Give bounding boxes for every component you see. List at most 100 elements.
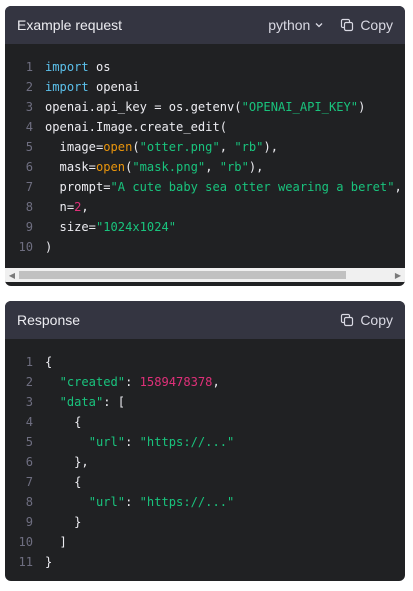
- code-token: ): [45, 240, 53, 254]
- code-line: 8 n=2,: [5, 197, 405, 217]
- code-line: 4 {: [5, 412, 405, 432]
- code-token: }: [45, 555, 53, 569]
- code-text: "url": "https://...": [45, 432, 235, 452]
- code-token: {: [45, 475, 82, 489]
- code-token: 1589478378: [139, 375, 213, 389]
- code-text: }: [45, 512, 81, 532]
- code-token: image=: [45, 140, 104, 154]
- request-panel-header: Example request python Copy: [5, 6, 405, 44]
- request-horizontal-scrollbar[interactable]: ◀ ▶: [5, 268, 405, 282]
- code-line: 1{: [5, 352, 405, 372]
- code-token: ,: [394, 180, 402, 194]
- code-line: 8 "url": "https://...": [5, 492, 405, 512]
- code-line: 2 "created": 1589478378,: [5, 372, 405, 392]
- code-token: "rb": [234, 140, 264, 154]
- line-number: 1: [25, 60, 33, 74]
- copy-request-button[interactable]: Copy: [340, 17, 393, 33]
- line-number: 2: [25, 80, 33, 94]
- line-number: 7: [25, 475, 33, 489]
- code-line: 1 import os: [5, 57, 405, 77]
- scrollbar-track[interactable]: [19, 268, 391, 282]
- chevron-down-icon: [315, 23, 323, 28]
- code-token: os: [88, 60, 111, 74]
- code-text: {: [45, 352, 52, 372]
- code-line: 5 image=open("otter.png", "rb"),: [5, 137, 405, 157]
- code-line: 10): [5, 237, 405, 257]
- code-token: },: [45, 455, 89, 469]
- code-token: ): [358, 100, 366, 114]
- code-token: {: [45, 415, 82, 429]
- code-token: open: [103, 140, 133, 154]
- response-code-block[interactable]: 1{2 "created": 1589478378, 3 "data": [4 {…: [5, 339, 405, 572]
- scroll-left-arrow-icon[interactable]: ◀: [5, 268, 19, 282]
- code-token: ,: [212, 375, 220, 389]
- code-token: "url": [88, 435, 126, 449]
- response-panel-header: Response Copy: [5, 301, 405, 339]
- line-number: 6: [25, 160, 33, 174]
- line-number: 10: [18, 240, 33, 254]
- line-number: 3: [25, 100, 33, 114]
- code-text: openai.api_key = os.getenv("OPENAI_API_K…: [45, 97, 365, 117]
- copy-response-button[interactable]: Copy: [340, 312, 393, 328]
- language-select-label: python: [268, 17, 311, 33]
- code-token: openai.Image.create_edit(: [45, 120, 228, 134]
- code-text: ): [45, 237, 52, 257]
- code-token: ,: [81, 200, 89, 214]
- code-line: 7 {: [5, 472, 405, 492]
- code-text: import openai: [45, 77, 140, 97]
- line-number: 7: [25, 180, 33, 194]
- code-line: 6 },: [5, 452, 405, 472]
- code-token: "https://...": [139, 435, 235, 449]
- line-number: 5: [25, 435, 33, 449]
- line-number: 5: [25, 140, 33, 154]
- copy-response-label: Copy: [360, 312, 393, 328]
- code-text: }: [45, 552, 52, 572]
- code-line: 11}: [5, 552, 405, 572]
- code-line: 9 }: [5, 512, 405, 532]
- code-line: 7 prompt="A cute baby sea otter wearing …: [5, 177, 405, 197]
- request-code-block[interactable]: 1 import os 2 import openai 3 openai.api_key …: [5, 44, 405, 257]
- code-token: ),: [248, 160, 264, 174]
- code-token: }: [45, 515, 82, 529]
- language-select[interactable]: python: [268, 17, 324, 33]
- code-token: size=: [45, 220, 96, 234]
- code-line: 2 import openai: [5, 77, 405, 97]
- code-line: 6 mask=open("mask.png", "rb"),: [5, 157, 405, 177]
- code-token: : [: [103, 395, 126, 409]
- code-token: :: [125, 495, 140, 509]
- code-token: ]: [45, 535, 67, 549]
- code-token: ),: [263, 140, 278, 154]
- code-line: 3 "data": [: [5, 392, 405, 412]
- code-token: (: [132, 140, 140, 154]
- code-token: import: [45, 60, 89, 74]
- code-text: import os: [45, 57, 111, 77]
- code-text: {: [45, 472, 81, 492]
- code-token: prompt=: [45, 180, 111, 194]
- line-number: 4: [25, 120, 33, 134]
- response-header-actions: Copy: [340, 312, 393, 328]
- line-number: 3: [25, 395, 33, 409]
- code-token: openai: [88, 80, 140, 94]
- line-number: 1: [25, 355, 33, 369]
- copy-icon: [341, 18, 354, 32]
- response-panel-title: Response: [17, 312, 81, 328]
- code-token: "otter.png": [139, 140, 220, 154]
- code-token: "created": [59, 375, 126, 389]
- code-token: openai.api_key = os.getenv(: [45, 100, 242, 114]
- request-code-panel: Example request python Copy 1 import os 2 i…: [5, 6, 405, 286]
- code-line: 3 openai.api_key = os.getenv("OPENAI_API_…: [5, 97, 405, 117]
- scroll-right-arrow-icon[interactable]: ▶: [391, 268, 405, 282]
- code-token: "mask.png": [132, 160, 206, 174]
- copy-request-label: Copy: [360, 17, 393, 33]
- scrollbar-thumb[interactable]: [19, 271, 347, 279]
- code-token: {: [45, 355, 53, 369]
- code-line: 10 ]: [5, 532, 405, 552]
- code-token: "url": [88, 495, 126, 509]
- code-line: 9 size="1024x1024": [5, 217, 405, 237]
- code-token: n=: [45, 200, 75, 214]
- line-number: 2: [25, 375, 33, 389]
- code-text: "url": "https://...": [45, 492, 235, 512]
